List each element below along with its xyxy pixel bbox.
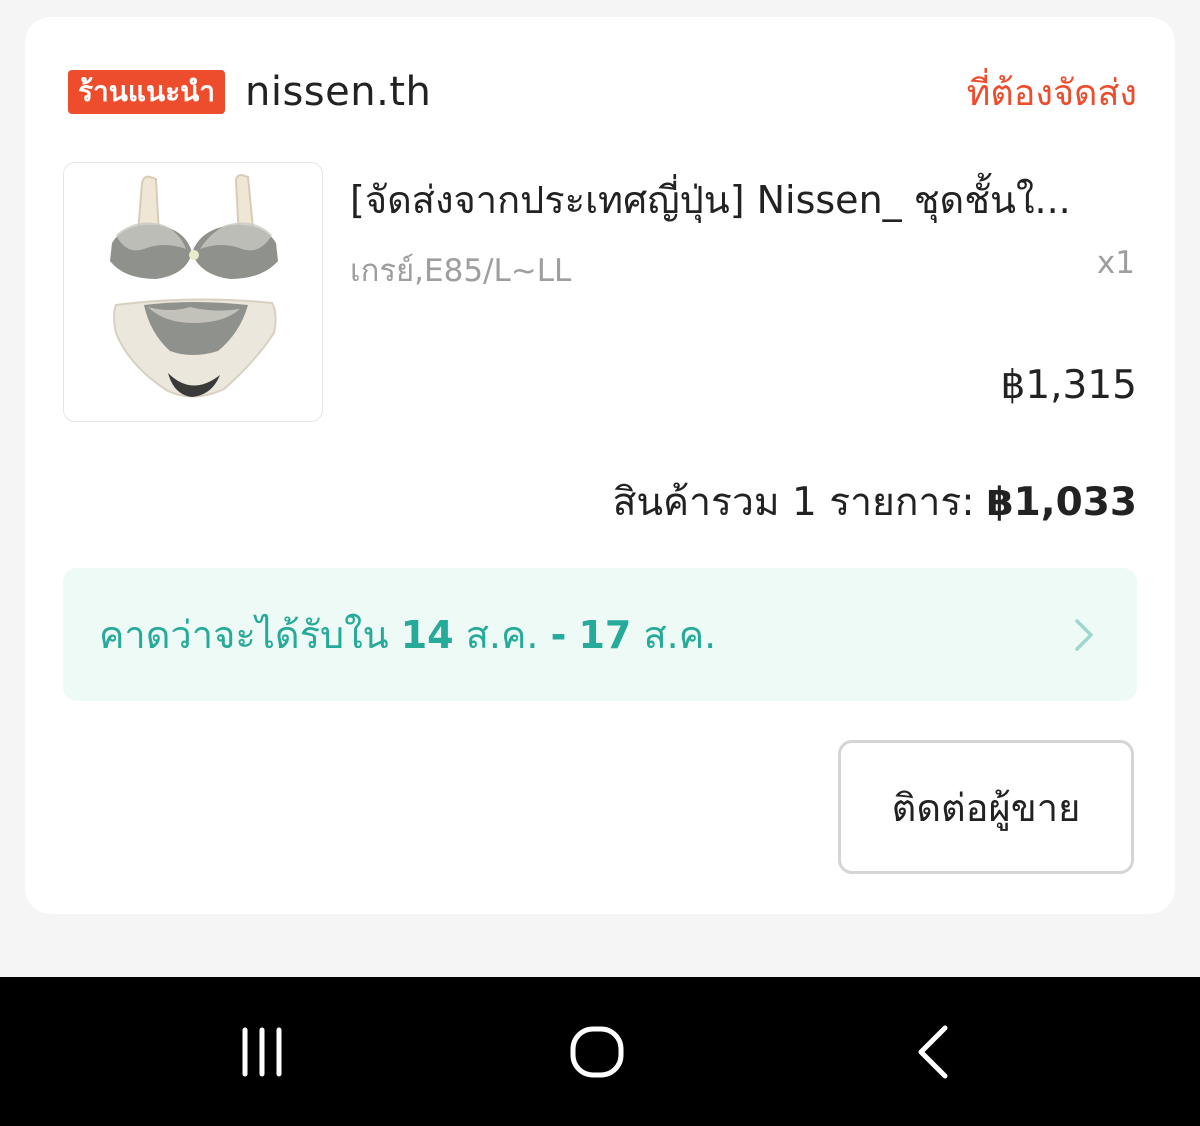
- lingerie-product-photo: [110, 173, 278, 398]
- system-navigation-bar: [0, 977, 1200, 1126]
- preferred-shop-badge: ร้านแนะนำ: [68, 70, 225, 114]
- order-status: ที่ต้องจัดส่ง: [966, 72, 1137, 114]
- estimated-delivery-text: คาดว่าจะได้รับใน 14 ส.ค. - 17 ส.ค.: [99, 604, 716, 665]
- delivery-date-start: 14: [400, 613, 454, 657]
- home-button[interactable]: [557, 1017, 637, 1087]
- delivery-date-end: 17: [578, 613, 632, 657]
- product-image[interactable]: [63, 162, 323, 422]
- estimated-delivery[interactable]: คาดว่าจะได้รับใน 14 ส.ค. - 17 ส.ค.: [63, 568, 1137, 701]
- contact-seller-button[interactable]: ติดต่อผู้ขาย: [838, 740, 1134, 874]
- product-price: ฿1,315: [1000, 363, 1137, 408]
- delivery-prefix: คาดว่าจะได้รับใน: [99, 613, 389, 657]
- product-title[interactable]: [จัดส่งจากประเทศญี่ปุ่น] Nissen_ ชุดชั้น…: [350, 169, 1140, 230]
- shop-header: ร้านแนะนำ nissen.th ที่ต้องจัดส่ง: [68, 63, 1137, 121]
- product-quantity: x1: [1096, 245, 1135, 281]
- order-card: ร้านแนะนำ nissen.th ที่ต้องจัดส่ง [จัดส่…: [25, 17, 1175, 914]
- recents-icon: [242, 1027, 282, 1077]
- delivery-separator: -: [550, 613, 567, 657]
- back-icon: [918, 1025, 948, 1079]
- shop-name[interactable]: nissen.th: [245, 69, 431, 115]
- back-button[interactable]: [893, 1017, 973, 1087]
- home-icon: [570, 1026, 624, 1078]
- recents-button[interactable]: [222, 1017, 302, 1087]
- delivery-month-end: ส.ค.: [643, 613, 717, 657]
- order-total: สินค้ารวม 1 รายการ: ฿1,033: [613, 471, 1137, 533]
- product-variant: เกรย์,E85/L~LL: [350, 253, 572, 289]
- order-total-amount: ฿1,033: [986, 480, 1138, 525]
- chevron-right-icon: [1075, 618, 1093, 651]
- order-total-label: สินค้ารวม 1 รายการ:: [612, 480, 975, 525]
- delivery-month-start: ส.ค.: [465, 613, 539, 657]
